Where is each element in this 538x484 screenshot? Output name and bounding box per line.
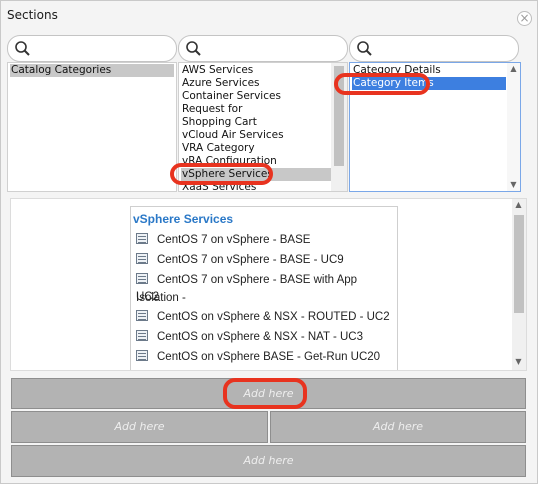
card-title: vSphere Services	[133, 212, 234, 226]
content-scrollbar[interactable]: ▲ ▼	[512, 199, 526, 370]
list-item[interactable]: AWS Services	[181, 64, 331, 77]
scroll-thumb[interactable]	[514, 215, 524, 313]
scroll-up-icon[interactable]: ▲	[507, 63, 520, 75]
search-field-items[interactable]	[349, 35, 519, 62]
search-icon	[186, 41, 201, 56]
list-item[interactable]: vRA Configuration	[181, 155, 331, 168]
document-icon	[136, 330, 148, 341]
list-item[interactable]: Shopping Cart	[181, 116, 331, 129]
close-icon[interactable]: ×	[517, 11, 532, 26]
search-icon	[357, 41, 372, 56]
list-item-selected[interactable]: Category Items	[352, 77, 506, 90]
catalog-item[interactable]: CentOS 7 on vSphere - BASE - UC9	[136, 251, 344, 269]
scroll-up-icon[interactable]: ▲	[512, 199, 525, 213]
items-scrollbar[interactable]: ▲ ▼	[507, 63, 520, 191]
search-field-services[interactable]	[178, 35, 348, 62]
search-input-services[interactable]	[205, 39, 333, 58]
catalog-item-continued: UC2	[136, 291, 160, 303]
scroll-thumb[interactable]	[334, 66, 344, 166]
document-icon	[136, 233, 148, 244]
add-here-dropzone-bottom[interactable]: Add here	[11, 445, 526, 477]
services-list[interactable]: AWS Services Azure Services Container Se…	[178, 62, 348, 192]
list-item[interactable]: Request for	[181, 103, 331, 116]
catalog-item[interactable]: CentOS on vSphere & NSX - NAT - UC3	[136, 328, 363, 346]
list-item[interactable]: Category Details	[352, 64, 506, 77]
add-here-dropzone-full[interactable]: Add here	[11, 378, 526, 409]
document-icon	[136, 253, 148, 264]
catalog-item[interactable]: CentOS on vSphere BASE - Get-Run UC20	[136, 348, 380, 366]
category-items-list[interactable]: Category Details Category Items ▲ ▼	[349, 62, 521, 192]
list-item[interactable]: XaaS Services	[181, 181, 331, 191]
add-here-dropzone-right[interactable]: Add here	[270, 411, 526, 443]
vsphere-services-card[interactable]: vSphere Services CentOS 7 on vSphere - B…	[130, 206, 398, 370]
list-item[interactable]: Catalog Categories	[10, 64, 174, 77]
catalog-item[interactable]: CentOS on vSphere & NSX - ROUTED - UC2	[136, 308, 390, 326]
scroll-down-icon[interactable]: ▼	[507, 179, 520, 191]
list-item[interactable]: VRA Category	[181, 142, 331, 155]
list-item[interactable]: vCloud Air Services	[181, 129, 331, 142]
scroll-down-icon[interactable]: ▼	[512, 356, 525, 370]
search-input-categories[interactable]	[34, 39, 162, 58]
dialog-title: Sections	[7, 8, 58, 22]
search-input-items[interactable]	[376, 39, 504, 58]
document-icon	[136, 273, 148, 284]
document-icon	[136, 350, 148, 361]
list-item[interactable]: Container Services	[181, 90, 331, 103]
search-field-categories[interactable]	[7, 35, 177, 62]
add-here-dropzone-left[interactable]: Add here	[11, 411, 268, 443]
catalog-item[interactable]: CentOS 7 on vSphere - BASE	[136, 231, 310, 249]
search-icon	[15, 41, 30, 56]
document-icon	[136, 310, 148, 321]
catalog-item[interactable]: CentOS 7 on vSphere - BASE with App Isol…	[136, 271, 397, 307]
services-scrollbar[interactable]	[331, 63, 347, 191]
list-item[interactable]: Azure Services	[181, 77, 331, 90]
sections-dialog: Sections × Catalog Categories AWS Servic…	[0, 0, 538, 484]
catalog-categories-list[interactable]: Catalog Categories	[7, 62, 177, 192]
section-content-area: vSphere Services CentOS 7 on vSphere - B…	[10, 198, 527, 371]
list-item-selected[interactable]: vSphere Services	[181, 168, 331, 181]
